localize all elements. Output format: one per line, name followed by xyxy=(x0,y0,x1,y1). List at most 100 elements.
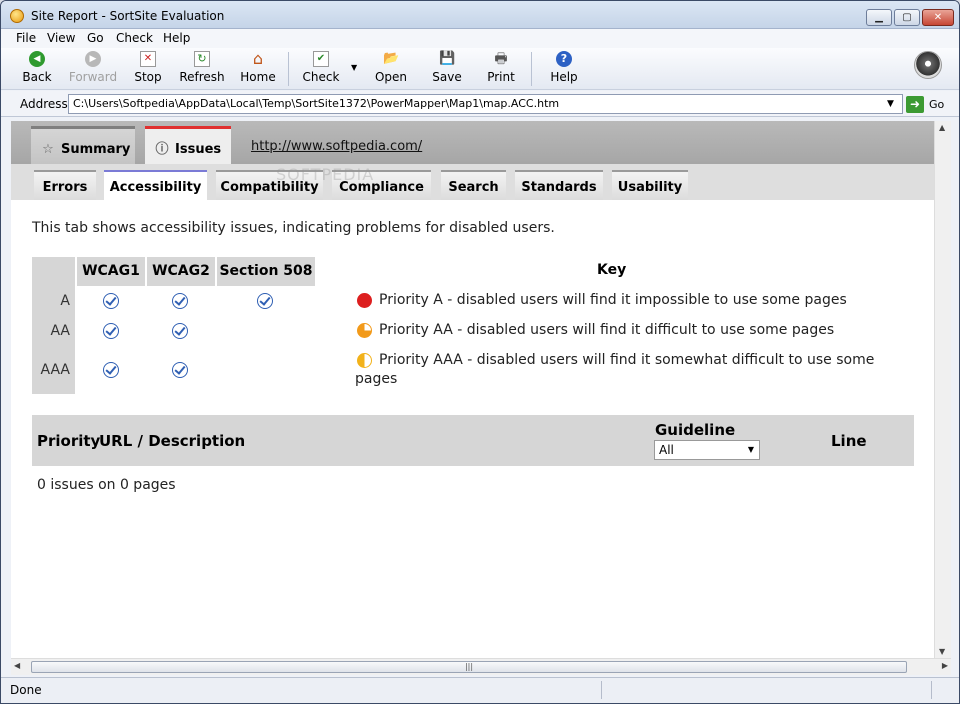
row-a: A xyxy=(60,293,70,309)
scroll-right-icon[interactable]: ▶ xyxy=(942,661,948,670)
app-window: Site Report - SortSite Evaluation ▁ ▢ ✕ … xyxy=(0,0,960,704)
app-icon xyxy=(10,9,24,23)
check-icon xyxy=(103,362,119,378)
column-wcag2: WCAG2 xyxy=(147,257,215,286)
forward-button[interactable]: ▶ Forward xyxy=(67,50,119,88)
menu-bar: File View Go Check Help xyxy=(1,29,959,48)
close-button[interactable]: ✕ xyxy=(922,9,954,26)
status-text: Done xyxy=(10,683,42,697)
site-url-link[interactable]: http://www.softpedia.com/ xyxy=(251,139,422,154)
main-tab-band: ☆ Summary ⓘ Issues http://www.softpedia.… xyxy=(11,121,934,164)
tab-summary-label: Summary xyxy=(61,142,131,157)
intro-text: This tab shows accessibility issues, ind… xyxy=(32,220,555,236)
save-label: Save xyxy=(432,70,462,84)
help-icon: ? xyxy=(556,51,572,67)
menu-help[interactable]: Help xyxy=(163,31,190,45)
check-dropdown-icon[interactable]: ▼ xyxy=(351,63,357,72)
column-section-508: Section 508 xyxy=(217,257,315,286)
header-guideline: Guideline xyxy=(655,421,736,439)
open-icon: 📂 xyxy=(383,51,400,66)
menu-check[interactable]: Check xyxy=(116,31,153,45)
stop-label: Stop xyxy=(134,70,162,84)
guideline-select[interactable]: All ▼ xyxy=(654,440,760,460)
open-label: Open xyxy=(374,70,408,84)
status-bar: Done xyxy=(1,677,959,703)
help-label: Help xyxy=(550,70,578,84)
status-divider xyxy=(931,681,932,699)
help-button[interactable]: ? Help xyxy=(549,50,579,88)
maximize-button[interactable]: ▢ xyxy=(894,9,920,26)
check-icon: ✔ xyxy=(313,51,329,67)
tab-summary[interactable]: ☆ Summary xyxy=(31,126,135,164)
refresh-button[interactable]: ↻ Refresh xyxy=(179,50,225,88)
tab-accessibility[interactable]: Accessibility xyxy=(104,170,207,200)
home-button[interactable]: ⌂ Home xyxy=(239,50,277,88)
check-icon xyxy=(103,293,119,309)
issues-table-header: Priority URL / Description Guideline All… xyxy=(32,415,914,466)
tab-usability[interactable]: Usability xyxy=(612,170,688,200)
toolbar-separator xyxy=(288,52,289,86)
guideline-select-value: All xyxy=(659,443,674,457)
check-label: Check xyxy=(302,70,340,84)
scroll-up-icon[interactable]: ▲ xyxy=(939,123,945,132)
menu-view[interactable]: View xyxy=(47,31,75,45)
refresh-icon: ↻ xyxy=(194,51,210,67)
home-icon: ⌂ xyxy=(252,49,264,68)
key-priority-a: Priority A - disabled users will find it… xyxy=(379,292,847,308)
globe-logo-icon xyxy=(914,51,942,79)
tab-issues-label: Issues xyxy=(175,142,222,157)
print-button[interactable]: 🖶 Print xyxy=(485,50,517,88)
address-label: Address xyxy=(20,97,68,111)
tab-search[interactable]: Search xyxy=(441,170,506,200)
print-icon: 🖶 xyxy=(494,51,508,67)
scroll-left-icon[interactable]: ◀ xyxy=(14,661,20,670)
vertical-scrollbar[interactable]: ▲ ▼ xyxy=(934,121,951,658)
forward-label: Forward xyxy=(68,70,118,84)
toolbar: ◀ Back ▶ Forward ✕ Stop ↻ Refresh ⌂ Home… xyxy=(1,48,959,90)
watermark: SOFTPEDIA xyxy=(276,165,375,184)
header-url-description: URL / Description xyxy=(99,432,246,450)
check-icon xyxy=(172,293,188,309)
star-icon: ☆ xyxy=(42,142,54,157)
stop-icon: ✕ xyxy=(140,51,156,67)
forward-icon: ▶ xyxy=(85,51,101,67)
minimize-button[interactable]: ▁ xyxy=(866,9,892,26)
menu-file[interactable]: File xyxy=(16,31,36,45)
key-priority-aaa: Priority AAA - disabled users will find … xyxy=(355,352,875,387)
horizontal-scrollbar[interactable]: ◀ ||| ▶ xyxy=(11,658,951,675)
key-priority-aa: Priority AA - disabled users will find i… xyxy=(379,322,835,338)
back-label: Back xyxy=(22,70,52,84)
report-content: ☆ Summary ⓘ Issues http://www.softpedia.… xyxy=(11,121,934,658)
stop-button[interactable]: ✕ Stop xyxy=(131,50,165,88)
info-icon: ⓘ xyxy=(155,142,169,157)
sub-tab-band: Errors Accessibility Compatibility Compl… xyxy=(11,164,934,200)
address-bar: Address C:\Users\Softpedia\AppData\Local… xyxy=(1,91,959,117)
check-icon xyxy=(172,323,188,339)
window-title: Site Report - SortSite Evaluation xyxy=(31,9,225,23)
back-button[interactable]: ◀ Back xyxy=(19,50,55,88)
scroll-down-icon[interactable]: ▼ xyxy=(939,647,945,656)
check-icon xyxy=(257,293,273,309)
go-button[interactable]: Go xyxy=(929,98,944,111)
header-line: Line xyxy=(831,432,867,450)
print-label: Print xyxy=(487,70,515,84)
row-aa: AA xyxy=(50,323,70,339)
check-icon xyxy=(172,362,188,378)
address-input[interactable]: C:\Users\Softpedia\AppData\Local\Temp\So… xyxy=(68,94,903,114)
back-icon: ◀ xyxy=(29,51,45,67)
issues-count: 0 issues on 0 pages xyxy=(37,477,176,493)
row-aaa: AAA xyxy=(40,362,70,378)
header-priority: Priority xyxy=(37,432,101,450)
check-button[interactable]: ✔ Check xyxy=(301,50,341,88)
menu-go[interactable]: Go xyxy=(87,31,104,45)
tab-standards[interactable]: Standards xyxy=(515,170,603,200)
go-arrow-icon[interactable]: ➜ xyxy=(906,96,924,113)
save-button[interactable]: 💾 Save xyxy=(431,50,463,88)
column-wcag1: WCAG1 xyxy=(77,257,145,286)
address-dropdown-icon[interactable]: ▼ xyxy=(887,99,894,109)
open-button[interactable]: 📂 Open xyxy=(373,50,409,88)
horizontal-scroll-thumb[interactable]: ||| xyxy=(31,661,907,673)
tab-issues[interactable]: ⓘ Issues xyxy=(145,126,231,164)
tab-errors[interactable]: Errors xyxy=(34,170,96,200)
chevron-down-icon: ▼ xyxy=(747,445,754,454)
